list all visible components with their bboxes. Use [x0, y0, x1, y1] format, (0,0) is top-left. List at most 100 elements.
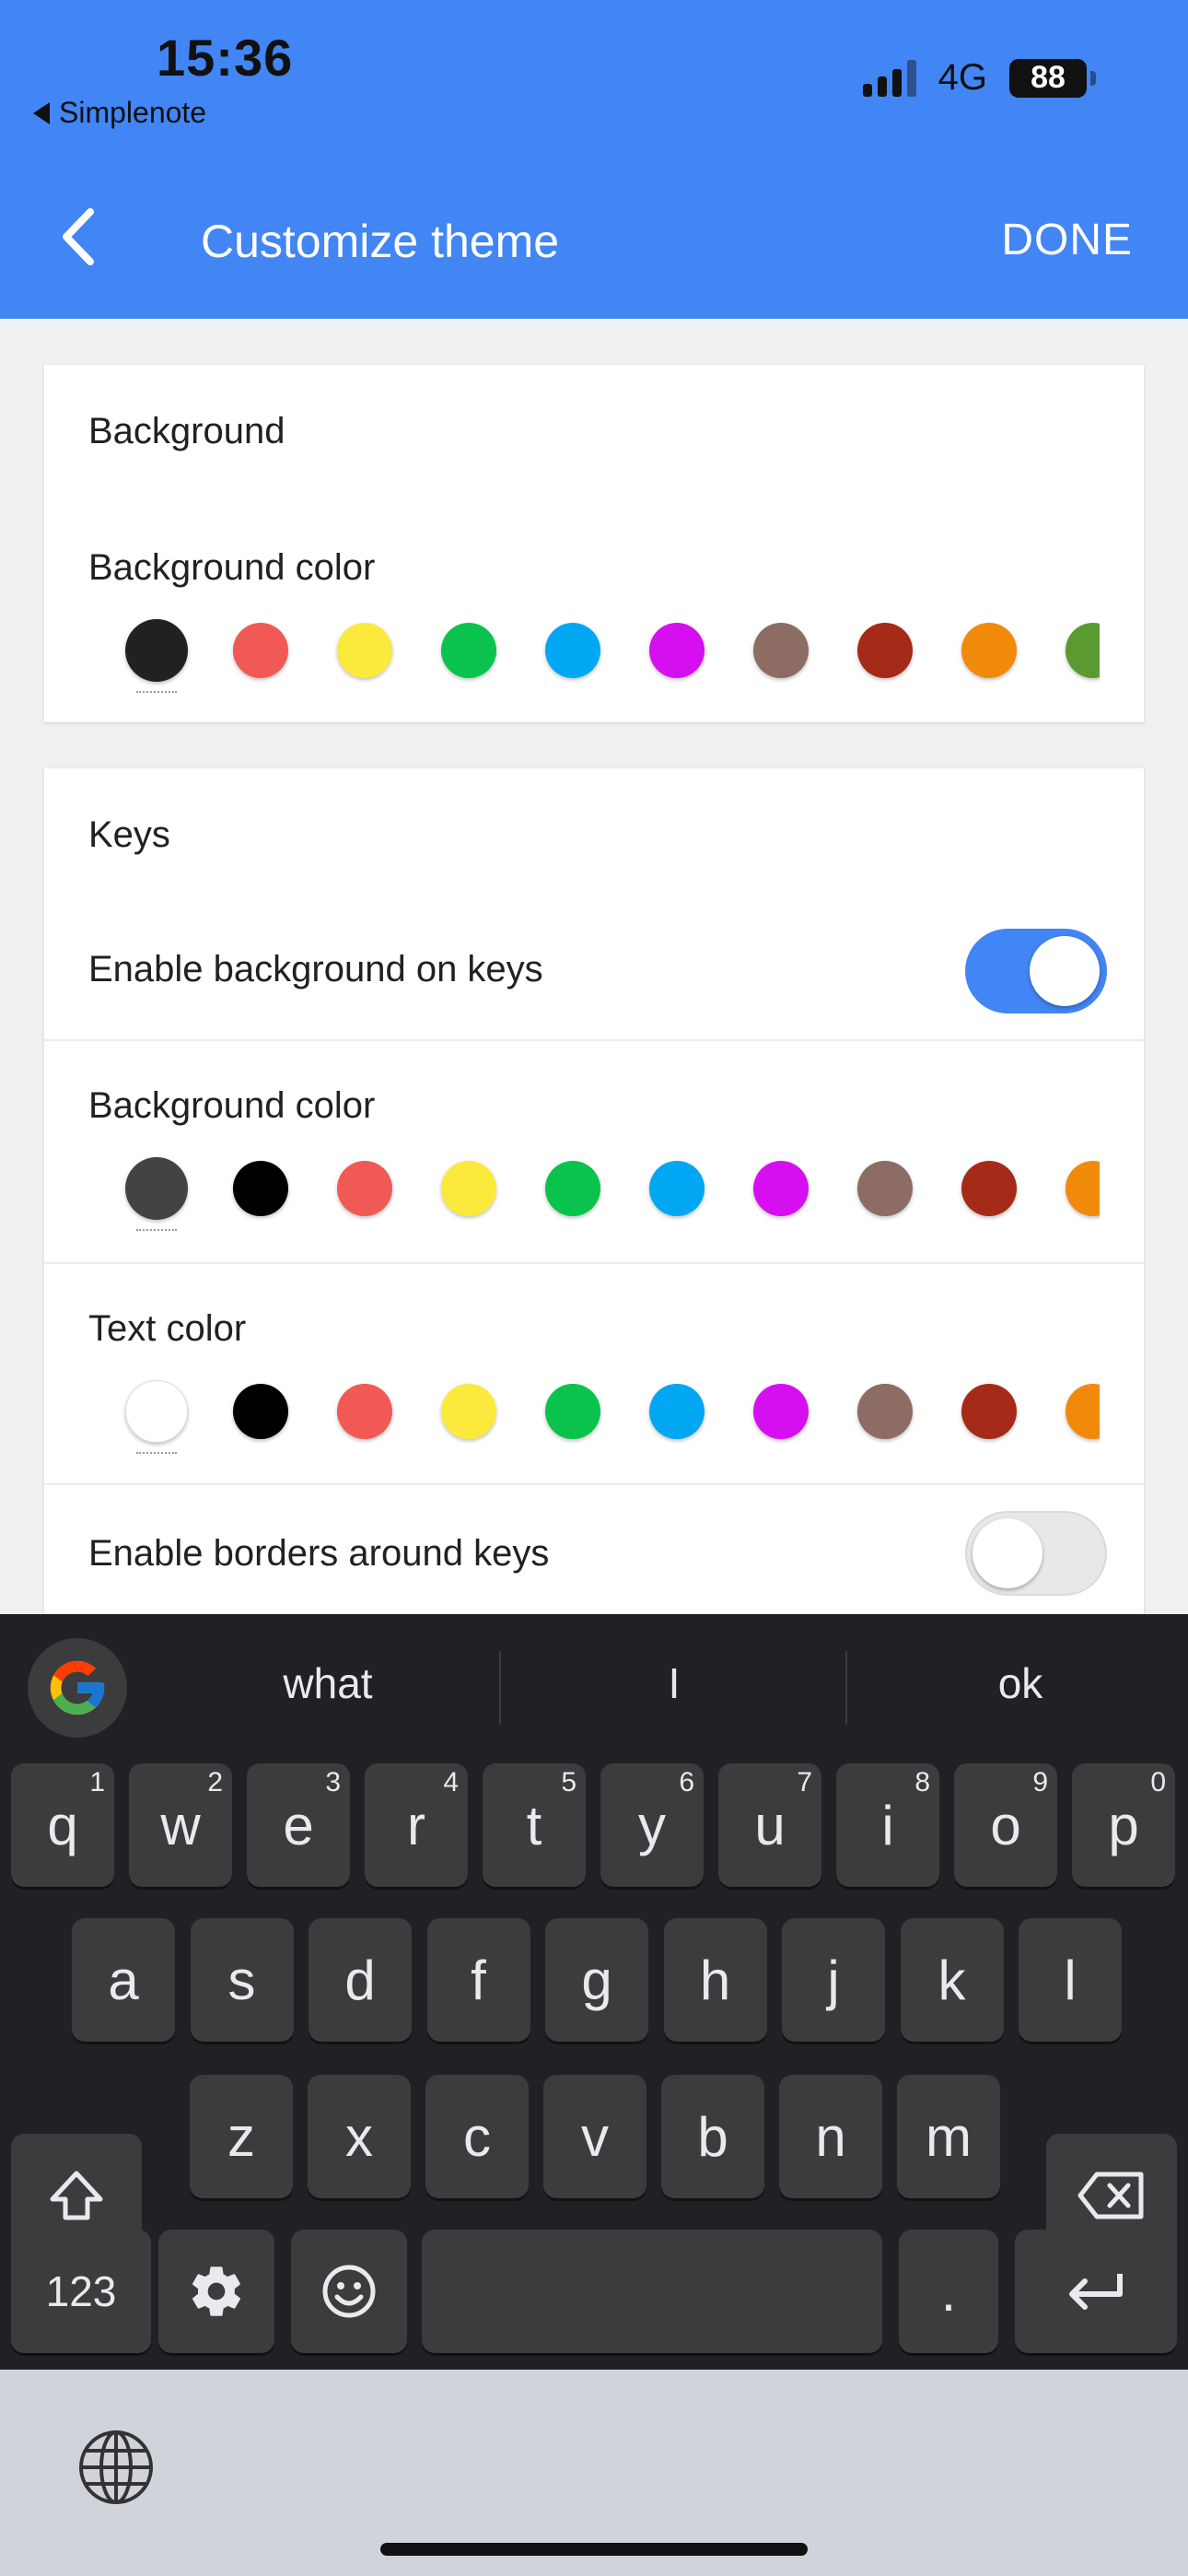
key-e[interactable]: e3	[247, 1763, 350, 1887]
space-key[interactable]	[422, 2230, 882, 2353]
color-swatch[interactable]	[1066, 1161, 1100, 1216]
key-y[interactable]: y6	[600, 1763, 704, 1887]
color-swatch[interactable]	[125, 1157, 188, 1220]
color-swatch[interactable]	[233, 1161, 288, 1216]
color-swatch[interactable]	[233, 1384, 288, 1439]
key-n[interactable]: n	[779, 2075, 882, 2198]
key-hint: 6	[679, 1767, 694, 1797]
key-hint: 5	[561, 1767, 577, 1797]
key-r[interactable]: r4	[365, 1763, 468, 1887]
back-arrow-icon[interactable]	[52, 205, 107, 269]
color-swatch[interactable]	[545, 1384, 600, 1439]
key-o[interactable]: o9	[954, 1763, 1057, 1887]
suggestion-2[interactable]: I	[508, 1658, 840, 1708]
divider	[44, 1039, 1144, 1041]
key-t[interactable]: t5	[483, 1763, 586, 1887]
color-swatch[interactable]	[961, 1161, 1017, 1216]
signal-icon	[862, 59, 916, 97]
color-swatch[interactable]	[441, 1161, 496, 1216]
suggestion-1[interactable]: what	[162, 1658, 494, 1708]
color-swatch[interactable]	[1066, 623, 1100, 678]
enter-arrow-icon	[1069, 2274, 1123, 2310]
back-triangle-icon	[33, 101, 50, 124]
key-b[interactable]: b	[661, 2075, 764, 2198]
key-hint: 4	[443, 1767, 459, 1797]
divider	[44, 1262, 1144, 1264]
key-z[interactable]: z	[190, 2075, 293, 2198]
color-swatch[interactable]	[441, 623, 496, 678]
color-swatch[interactable]	[649, 1384, 705, 1439]
key-j[interactable]: j	[782, 1918, 885, 2042]
color-swatch[interactable]	[649, 1161, 705, 1216]
key-w[interactable]: w2	[129, 1763, 232, 1887]
keyboard: what I ok q1w2e3r4t5y6u7i8o9p0asdfghjklz…	[0, 1614, 1188, 2370]
key-hint: 2	[207, 1767, 223, 1797]
color-swatch[interactable]	[441, 1384, 496, 1439]
key-label: q	[47, 1794, 78, 1856]
key-c[interactable]: c	[425, 2075, 529, 2198]
key-x[interactable]: x	[308, 2075, 411, 2198]
key-background-color-swatches	[44, 1142, 1100, 1235]
back-to-app-link[interactable]: Simplenote	[33, 96, 206, 130]
text-color-swatches	[44, 1365, 1100, 1458]
key-g[interactable]: g	[545, 1918, 648, 2042]
key-label: s	[227, 1949, 256, 2011]
key-f[interactable]: f	[426, 1918, 530, 2042]
key-v[interactable]: v	[543, 2075, 646, 2198]
color-swatch[interactable]	[857, 1161, 913, 1216]
key-label: l	[1064, 1949, 1077, 2011]
color-swatch[interactable]	[857, 1384, 913, 1439]
key-l[interactable]: l	[1019, 1918, 1122, 2042]
key-label: f	[471, 1949, 486, 2011]
key-q[interactable]: q1	[11, 1763, 114, 1887]
color-swatch[interactable]	[961, 1384, 1017, 1439]
google-g-icon[interactable]	[28, 1638, 127, 1738]
battery-icon: 88	[1009, 58, 1096, 98]
color-swatch[interactable]	[545, 623, 600, 678]
color-swatch[interactable]	[961, 623, 1017, 678]
suggestion-3[interactable]: ok	[855, 1658, 1186, 1708]
key-label: n	[815, 2105, 846, 2168]
key-s[interactable]: s	[190, 1918, 294, 2042]
enable-background-toggle[interactable]	[965, 929, 1107, 1013]
color-swatch[interactable]	[649, 623, 705, 678]
color-swatch[interactable]	[753, 623, 809, 678]
color-swatch[interactable]	[545, 1161, 600, 1216]
background-card: Background Background color	[44, 365, 1144, 722]
key-k[interactable]: k	[900, 1918, 1004, 2042]
color-swatch[interactable]	[1066, 1384, 1100, 1439]
color-swatch[interactable]	[337, 1384, 392, 1439]
key-a[interactable]: a	[72, 1918, 175, 2042]
color-swatch[interactable]	[337, 1161, 392, 1216]
color-swatch[interactable]	[753, 1384, 809, 1439]
key-d[interactable]: d	[309, 1918, 412, 2042]
period-key[interactable]: .	[899, 2230, 998, 2353]
suggestion-divider	[499, 1651, 501, 1725]
color-swatch[interactable]	[125, 1380, 188, 1443]
settings-key[interactable]	[158, 2230, 274, 2353]
done-button[interactable]: DONE	[1001, 215, 1133, 265]
color-swatch[interactable]	[337, 623, 392, 678]
selected-indicator	[136, 1452, 177, 1454]
color-swatch[interactable]	[125, 619, 188, 682]
key-label: g	[581, 1949, 612, 2011]
key-label: y	[638, 1794, 666, 1856]
key-u[interactable]: u7	[718, 1763, 821, 1887]
key-i[interactable]: i8	[836, 1763, 939, 1887]
emoji-key[interactable]	[291, 2230, 407, 2353]
enter-key[interactable]	[1015, 2230, 1177, 2353]
color-swatch[interactable]	[857, 623, 913, 678]
globe-icon[interactable]	[77, 2429, 155, 2511]
key-p[interactable]: p0	[1072, 1763, 1175, 1887]
color-swatch[interactable]	[233, 623, 288, 678]
key-m[interactable]: m	[897, 2075, 1000, 2198]
home-indicator[interactable]	[380, 2543, 808, 2556]
enable-borders-toggle[interactable]	[965, 1511, 1107, 1596]
numbers-key[interactable]: 123	[11, 2230, 151, 2353]
gear-icon	[192, 2266, 240, 2316]
color-swatch[interactable]	[753, 1161, 809, 1216]
key-h[interactable]: h	[663, 1918, 767, 2042]
shift-icon	[50, 2171, 103, 2220]
selected-indicator	[136, 691, 177, 693]
key-hint: 1	[89, 1767, 105, 1797]
